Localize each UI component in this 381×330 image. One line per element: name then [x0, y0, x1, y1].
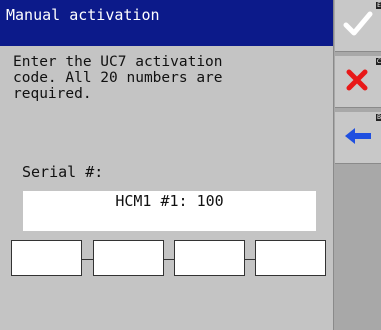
- confirm-button[interactable]: E: [335, 0, 381, 52]
- close-icon: [346, 69, 368, 91]
- code-field-1[interactable]: [11, 240, 82, 276]
- code-field-3[interactable]: [174, 240, 245, 276]
- activation-code-row: [11, 240, 326, 276]
- serial-value: HCM1 #1: 100: [23, 191, 316, 231]
- activation-panel: Manual activation Enter the UC7 activati…: [0, 0, 333, 330]
- window-title: Manual activation: [0, 0, 333, 46]
- back-arrow-icon: [345, 128, 371, 144]
- cancel-button[interactable]: C: [335, 56, 381, 108]
- code-field-4[interactable]: [255, 240, 326, 276]
- sidebar: E C B: [333, 0, 381, 330]
- back-button[interactable]: B: [335, 112, 381, 164]
- hotkey-badge: E: [376, 2, 381, 9]
- code-field-2[interactable]: [93, 240, 164, 276]
- serial-label: Serial #:: [22, 163, 104, 181]
- hotkey-badge: B: [376, 114, 381, 121]
- instructions-text: Enter the UC7 activation code. All 20 nu…: [13, 54, 223, 102]
- hotkey-badge: C: [376, 58, 381, 65]
- checkmark-icon: [343, 11, 373, 36]
